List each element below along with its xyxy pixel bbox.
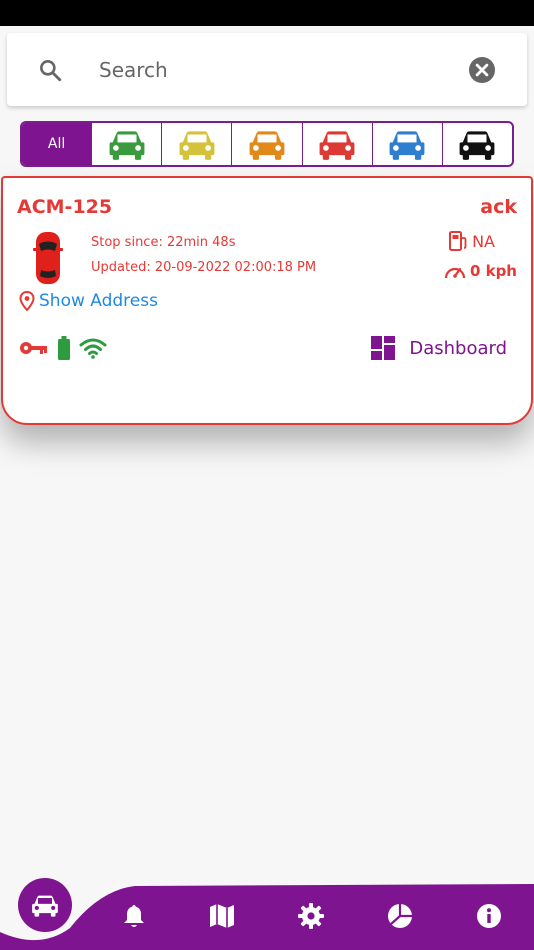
nav-map-button[interactable] [208,902,236,930]
fuel-value: NA [472,231,495,251]
filter-yellow-car[interactable] [162,123,233,165]
filter-blue-car[interactable] [373,123,443,165]
car-icon [319,131,355,160]
fuel-pump-icon [449,231,467,251]
stop-since-text: Stop since: 22min 48s [91,235,236,250]
ack-label[interactable]: ack [480,196,517,218]
vehicle-card[interactable]: ACM-125 ack Stop since: 22min 48s Update… [1,176,533,425]
bottom-nav-background [0,884,534,950]
show-address-link[interactable]: Show Address [19,291,158,311]
nav-reports-button[interactable] [386,902,414,930]
car-top-view-icon [33,232,63,284]
fuel-indicator: NA [448,230,495,252]
nav-info-button[interactable] [475,902,503,930]
filter-red-car[interactable] [303,123,373,165]
dashboard-button[interactable]: Dashboard [371,336,507,360]
car-icon [249,131,285,160]
car-icon [109,131,145,160]
wifi-icon [79,338,107,359]
dashboard-label: Dashboard [409,337,507,359]
search-input[interactable]: Search [99,58,168,82]
search-icon [40,60,62,82]
vehicle-status-icons [19,336,107,360]
ignition-key-icon [20,342,47,354]
pie-chart-icon [388,904,412,928]
car-icon [32,895,58,917]
speed-value: 0 kph [469,262,517,280]
nav-vehicles-button[interactable] [18,878,72,932]
bell-icon [124,905,144,927]
filter-green-car[interactable] [92,123,163,165]
info-icon [477,904,501,928]
dashboard-icon [371,336,396,360]
vehicle-color-filter: All [20,121,514,167]
car-icon [389,131,425,160]
filter-all-label: All [47,136,66,152]
speedometer-icon [444,267,466,279]
filter-black-car[interactable] [443,123,512,165]
map-icon [210,904,234,928]
car-icon [459,131,495,160]
show-address-text[interactable]: Show Address [39,291,158,311]
clear-icon[interactable] [469,57,495,83]
speed-indicator: 0 kph [444,262,517,280]
bottom-navigation [0,870,534,950]
search-box[interactable]: Search [7,33,527,106]
status-bar [0,0,534,26]
car-icon [179,131,215,160]
nav-settings-button[interactable] [297,902,325,930]
updated-text: Updated: 20-09-2022 02:00:18 PM [91,260,317,275]
nav-notifications-button[interactable] [120,902,148,930]
filter-all[interactable]: All [22,123,93,165]
location-pin-icon [19,291,35,311]
vehicle-plate: ACM-125 [17,196,113,218]
gear-icon [298,903,324,929]
battery-icon [58,336,70,360]
filter-orange-car[interactable] [232,123,303,165]
